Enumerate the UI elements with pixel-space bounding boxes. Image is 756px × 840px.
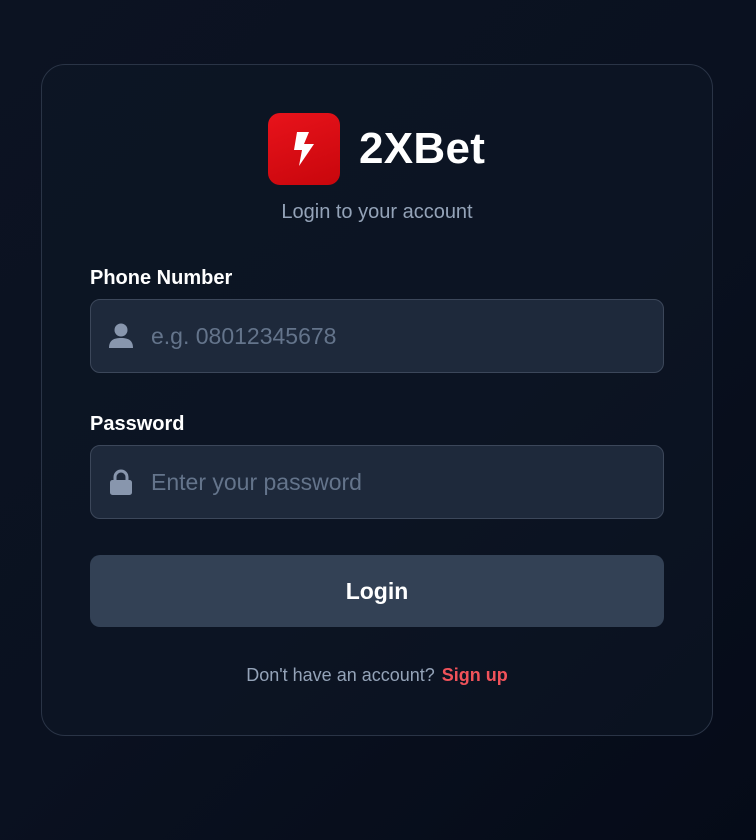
brand-name: 2XBet	[359, 124, 486, 173]
brand-header: 2XBet	[268, 113, 485, 185]
phone-number-label: Phone Number	[90, 267, 233, 289]
phone-number-input[interactable]	[151, 322, 631, 350]
logo	[268, 113, 340, 185]
signup-link[interactable]: Sign up	[442, 665, 508, 685]
page-subtitle: Login to your account	[281, 201, 473, 223]
phone-number-field[interactable]	[90, 299, 664, 373]
user-icon	[108, 323, 134, 349]
login-card: 2XBet Login to your account Phone Number…	[41, 64, 713, 736]
login-button[interactable]: Login	[90, 555, 664, 627]
password-input[interactable]	[151, 468, 631, 496]
password-field[interactable]	[90, 445, 664, 519]
signup-prompt: Don't have an account?	[246, 665, 435, 685]
lock-icon	[108, 469, 134, 495]
password-label: Password	[90, 413, 185, 435]
signup-row: Don't have an account? Sign up	[42, 665, 712, 686]
lightning-bolt-icon	[294, 132, 314, 166]
